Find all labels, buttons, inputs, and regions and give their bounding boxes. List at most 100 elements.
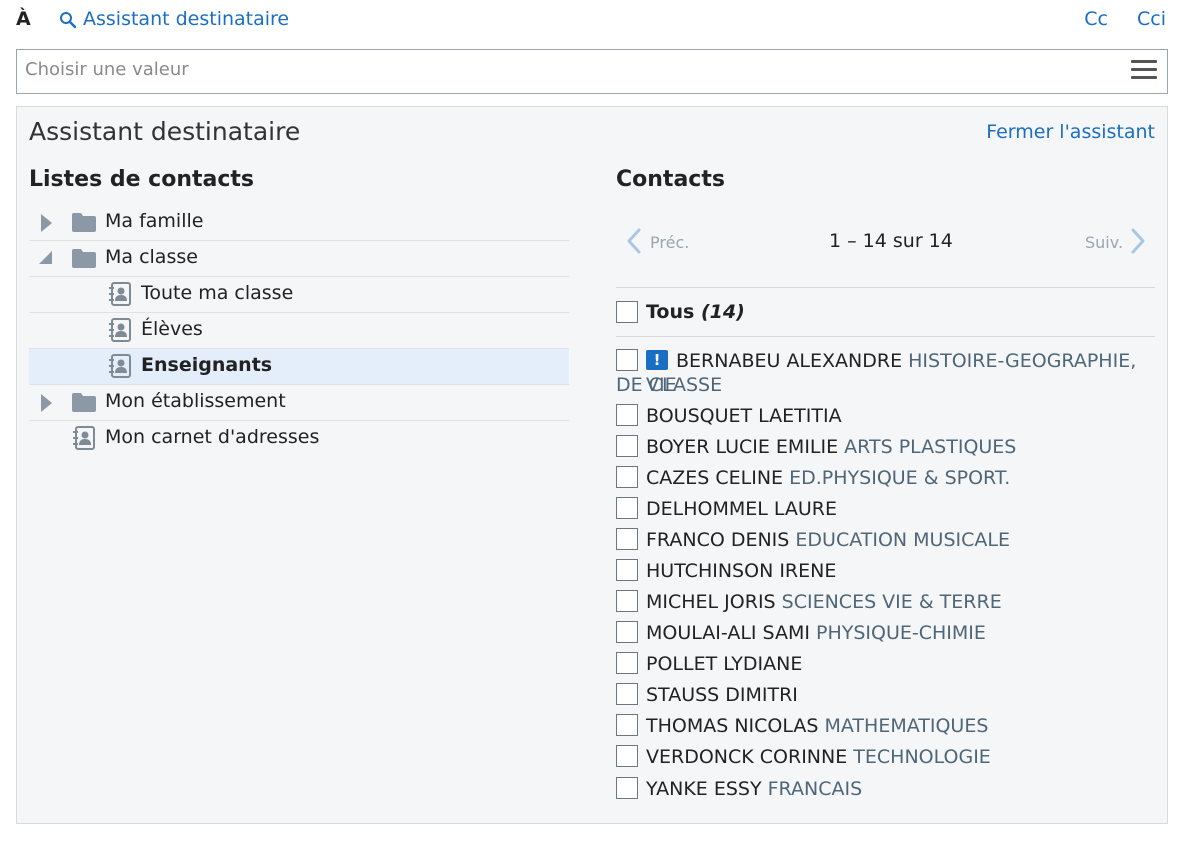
contact-subject: MATHEMATIQUES xyxy=(824,715,989,737)
recipient-row: À Assistant destinataire Cc Cci xyxy=(16,6,1168,32)
contact-row[interactable]: BOYER LUCIE EMILIE ARTS PLASTIQUES xyxy=(616,435,1155,459)
select-all-row[interactable]: Tous (14) xyxy=(616,301,1155,327)
contact-checkbox[interactable] xyxy=(616,652,638,674)
contact-name: POLLET LYDIANE xyxy=(646,653,803,675)
next-page-button[interactable]: Suiv. xyxy=(1085,228,1155,257)
contact-text: STAUSS DIMITRI xyxy=(646,683,1155,707)
contact-checkbox[interactable] xyxy=(616,714,638,736)
tree-item-eleves[interactable]: Élèves xyxy=(29,313,569,349)
contact-text: VERDONCK CORINNE TECHNOLOGIE xyxy=(646,745,1155,769)
divider xyxy=(616,287,1155,288)
pagination: Préc. 1 – 14 sur 14 Suiv. xyxy=(616,225,1155,257)
tree-item-label: Mon établissement xyxy=(105,390,286,412)
contact-name: DELHOMMEL LAURE xyxy=(646,498,838,520)
caret-down-icon[interactable] xyxy=(37,251,53,265)
tree-item-label: Toute ma classe xyxy=(141,282,294,304)
contact-text: FRANCO DENIS EDUCATION MUSICALE xyxy=(646,528,1155,552)
contact-name: MICHEL JORIS xyxy=(646,591,776,613)
caret-right-icon[interactable] xyxy=(39,214,53,232)
contact-name: STAUSS DIMITRI xyxy=(646,684,798,706)
contact-subject: FRANCAIS xyxy=(767,778,863,800)
contact-subject: ED.PHYSIQUE & SPORT. xyxy=(789,467,1011,489)
contact-text: CAZES CELINE ED.PHYSIQUE & SPORT. xyxy=(646,466,1155,490)
contact-row[interactable]: FRANCO DENIS EDUCATION MUSICALE xyxy=(616,528,1155,552)
tree-item-label: Élèves xyxy=(141,318,203,340)
contact-text: BERNABEU ALEXANDRE HISTOIRE-GEOGRAPHIE, … xyxy=(646,349,1155,397)
tree-item-mon-etablissement[interactable]: Mon établissement xyxy=(29,385,569,421)
select-all-label: Tous (14) xyxy=(646,301,745,323)
contact-checkbox[interactable] xyxy=(616,559,638,581)
tree-item-label: Ma famille xyxy=(105,210,204,232)
hamburger-menu-icon[interactable] xyxy=(1131,60,1157,82)
contact-checkbox[interactable] xyxy=(616,349,638,371)
contact-checkbox[interactable] xyxy=(616,435,638,457)
contact-book-icon xyxy=(73,426,95,450)
contact-text: BOUSQUET LAETITIA xyxy=(646,404,1155,428)
contact-row[interactable]: THOMAS NICOLAS MATHEMATIQUES xyxy=(616,714,1155,738)
recipient-assistant-label: Assistant destinataire xyxy=(83,8,290,30)
contact-checkbox[interactable] xyxy=(616,777,638,799)
contact-checkbox[interactable] xyxy=(616,683,638,705)
select-all-checkbox[interactable] xyxy=(616,301,638,323)
next-page-label: Suiv. xyxy=(1085,233,1124,252)
assistant-panel: Assistant destinataire Fermer l'assistan… xyxy=(16,106,1168,824)
contact-row[interactable]: YANKE ESSY FRANCAIS xyxy=(616,777,1155,801)
contact-row[interactable]: HUTCHINSON IRENE xyxy=(616,559,1155,583)
contact-text: THOMAS NICOLAS MATHEMATIQUES xyxy=(646,714,1155,738)
caret-right-icon[interactable] xyxy=(39,394,53,412)
contact-checkbox[interactable] xyxy=(616,466,638,488)
contact-row[interactable]: STAUSS DIMITRI xyxy=(616,683,1155,707)
contact-checkbox[interactable] xyxy=(616,528,638,550)
contact-row[interactable]: ! BERNABEU ALEXANDRE HISTOIRE-GEOGRAPHIE… xyxy=(616,349,1155,397)
search-icon xyxy=(60,12,77,29)
cci-link[interactable]: Cci xyxy=(1137,8,1166,30)
recipient-input[interactable]: Choisir une valeur xyxy=(16,49,1168,94)
cc-link[interactable]: Cc xyxy=(1084,8,1108,30)
contact-name: YANKE ESSY xyxy=(646,778,762,800)
contact-checkbox[interactable] xyxy=(616,745,638,767)
contact-checkbox[interactable] xyxy=(616,621,638,643)
contact-name: HUTCHINSON IRENE xyxy=(646,560,837,582)
contact-row[interactable]: BOUSQUET LAETITIA xyxy=(616,404,1155,428)
contact-subject: EDUCATION MUSICALE xyxy=(795,529,1010,551)
contact-subject: PHYSIQUE-CHIMIE xyxy=(816,622,986,644)
page-count: 1 – 14 sur 14 xyxy=(829,230,953,252)
tree-item-ma-classe[interactable]: Ma classe xyxy=(29,241,569,277)
recipient-input-placeholder: Choisir une valeur xyxy=(25,59,189,80)
contact-checkbox[interactable] xyxy=(616,590,638,612)
contact-text: HUTCHINSON IRENE xyxy=(646,559,1155,583)
contact-book-icon xyxy=(109,354,131,378)
contact-name: CAZES CELINE xyxy=(646,467,784,489)
contact-name: THOMAS NICOLAS xyxy=(646,715,819,737)
contact-row[interactable]: POLLET LYDIANE xyxy=(616,652,1155,676)
tree-item-toute-ma-classe[interactable]: Toute ma classe xyxy=(29,277,569,313)
contact-row[interactable]: CAZES CELINE ED.PHYSIQUE & SPORT. xyxy=(616,466,1155,490)
tree-item-ma-famille[interactable]: Ma famille xyxy=(29,205,569,241)
contact-row[interactable]: MOULAI-ALI SAMI PHYSIQUE-CHIMIE xyxy=(616,621,1155,645)
contact-subject-continued: DE CLASSE xyxy=(616,374,723,396)
contact-lists-tree: Ma famille Ma classe Toute ma classe Élè… xyxy=(29,205,569,456)
contacts-column: Contacts Préc. 1 – 14 sur 14 Suiv. Tous … xyxy=(616,107,1155,823)
divider xyxy=(616,336,1155,337)
contact-text: DELHOMMEL LAURE xyxy=(646,497,1155,521)
contact-text: MICHEL JORIS SCIENCES VIE & TERRE xyxy=(646,590,1155,614)
contact-name: FRANCO DENIS xyxy=(646,529,790,551)
select-all-text: Tous xyxy=(646,301,695,323)
contact-lists-heading: Listes de contacts xyxy=(29,167,255,192)
contact-row[interactable]: VERDONCK CORINNE TECHNOLOGIE xyxy=(616,745,1155,769)
prev-page-label: Préc. xyxy=(650,233,690,252)
contact-name: VERDONCK CORINNE xyxy=(646,746,848,768)
tree-item-enseignants[interactable]: Enseignants xyxy=(29,349,569,385)
tree-item-mon-carnet-adresses[interactable]: Mon carnet d'adresses xyxy=(29,421,569,456)
contact-row[interactable]: DELHOMMEL LAURE xyxy=(616,497,1155,521)
contact-checkbox[interactable] xyxy=(616,404,638,426)
contacts-heading: Contacts xyxy=(616,167,725,192)
contact-checkbox[interactable] xyxy=(616,497,638,519)
tree-item-label: Ma classe xyxy=(105,246,198,268)
folder-icon xyxy=(72,213,96,232)
contact-book-icon xyxy=(109,318,131,342)
contact-subject: ARTS PLASTIQUES xyxy=(844,436,1017,458)
contact-subject: SCIENCES VIE & TERRE xyxy=(781,591,1002,613)
contact-row[interactable]: MICHEL JORIS SCIENCES VIE & TERRE xyxy=(616,590,1155,614)
tree-item-label: Enseignants xyxy=(141,354,273,376)
